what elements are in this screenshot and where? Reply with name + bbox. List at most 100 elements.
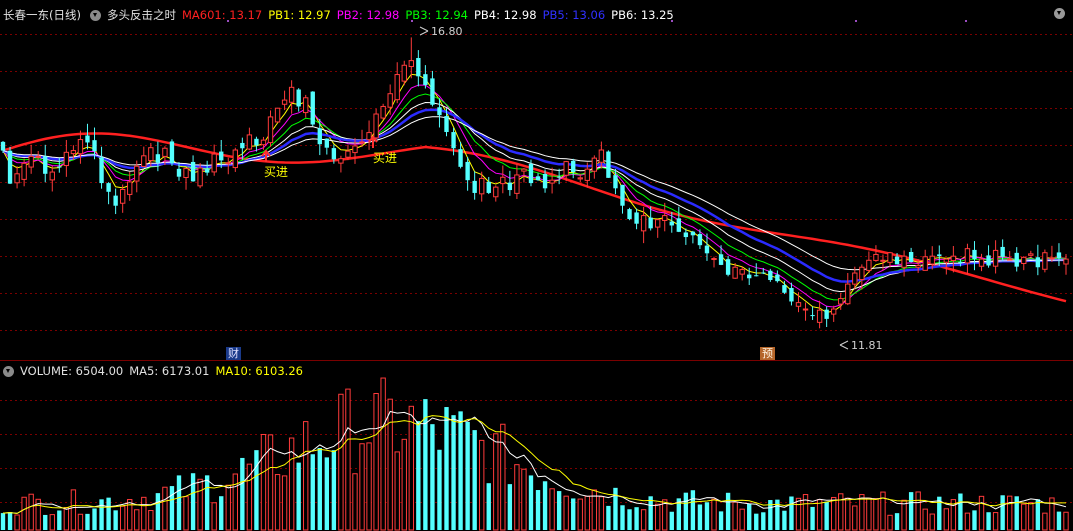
candle-body bbox=[303, 97, 309, 114]
candle-body bbox=[908, 251, 914, 263]
candle-body bbox=[958, 261, 963, 263]
volume-bar bbox=[148, 510, 154, 531]
candle-body bbox=[451, 132, 456, 149]
candle-body bbox=[556, 176, 562, 178]
volume-bar bbox=[387, 398, 393, 531]
candle-body bbox=[472, 180, 477, 193]
volume-bar bbox=[359, 443, 365, 531]
volume-bar bbox=[992, 512, 999, 531]
volume-bar bbox=[986, 512, 991, 530]
candle-body bbox=[267, 116, 274, 144]
kline-chart[interactable]: 买进 买进 16.80 11.81 bbox=[0, 0, 1073, 531]
volume-bar bbox=[620, 505, 625, 530]
volume-bar bbox=[634, 507, 639, 530]
volume-bar bbox=[655, 503, 661, 531]
volume-bar bbox=[606, 505, 611, 530]
candle-body bbox=[169, 141, 175, 164]
candle-body bbox=[408, 60, 414, 68]
volume-bar bbox=[1028, 502, 1034, 531]
volume-bar bbox=[401, 438, 407, 531]
candle-body bbox=[831, 308, 837, 315]
volume-bar bbox=[648, 496, 653, 530]
candle-body bbox=[387, 93, 393, 108]
volume-bar bbox=[373, 393, 379, 531]
high-marker: 16.80 bbox=[419, 25, 463, 38]
candle-body bbox=[246, 134, 253, 150]
candle-body bbox=[288, 86, 295, 103]
legend-pb6: PB6: 13.25 bbox=[611, 8, 674, 22]
volume-bar bbox=[739, 508, 745, 531]
candle-body bbox=[254, 138, 259, 146]
volume-bar bbox=[964, 512, 971, 531]
candle-body bbox=[281, 99, 288, 105]
volume-bar bbox=[458, 411, 463, 530]
volume-menu-icon[interactable] bbox=[3, 365, 14, 377]
volume-bar bbox=[380, 377, 386, 531]
low-pointer-icon bbox=[839, 340, 849, 350]
candle-body bbox=[423, 74, 428, 85]
candle-body bbox=[317, 128, 322, 145]
volume-bar bbox=[929, 513, 935, 531]
candle-body bbox=[260, 139, 267, 146]
candle-body bbox=[310, 91, 315, 125]
buy-signal-2: 买进 bbox=[368, 135, 397, 165]
candle-body bbox=[718, 254, 724, 265]
volume-bar bbox=[747, 503, 752, 530]
window-close-icon[interactable] bbox=[1054, 8, 1065, 19]
volume-bar bbox=[816, 499, 823, 531]
candle-body bbox=[838, 298, 844, 305]
volume-bar bbox=[528, 475, 534, 530]
buy-label: 买进 bbox=[264, 165, 288, 179]
legend-volume: VOLUME: 6504.00 bbox=[20, 364, 124, 378]
fin-badge[interactable]: 财 bbox=[226, 347, 241, 360]
candle-body bbox=[190, 161, 196, 182]
volume-bar bbox=[887, 514, 893, 531]
volume-header: VOLUME: 6504.00 MA5: 6173.01 MA10: 6103.… bbox=[0, 362, 309, 380]
pb2-line bbox=[2, 84, 1067, 308]
candle-body bbox=[747, 274, 752, 279]
volume-bar bbox=[21, 496, 27, 531]
volume-bar bbox=[106, 497, 111, 530]
candle-body bbox=[28, 155, 34, 168]
candle-body bbox=[669, 221, 674, 226]
candle-body bbox=[584, 168, 590, 181]
volume-bar bbox=[240, 457, 245, 530]
volume-bar bbox=[711, 498, 717, 531]
candle-body bbox=[986, 255, 991, 266]
volume-bar bbox=[958, 493, 963, 530]
candle-body bbox=[943, 258, 950, 263]
volume-bar bbox=[219, 496, 224, 530]
candle-body bbox=[697, 234, 703, 246]
volume-bar bbox=[754, 513, 759, 530]
volume-bar bbox=[493, 433, 499, 531]
candle-body bbox=[416, 57, 421, 77]
volume-bar bbox=[901, 499, 907, 531]
volume-bar bbox=[789, 496, 794, 530]
candle-body bbox=[85, 135, 90, 143]
candle-body bbox=[1063, 258, 1069, 265]
volume-bar bbox=[704, 502, 710, 530]
candle-body bbox=[640, 215, 647, 232]
volume-bar bbox=[894, 513, 900, 530]
volume-bar bbox=[183, 496, 189, 531]
volume-bar bbox=[873, 498, 879, 531]
volume-bar bbox=[345, 388, 351, 531]
volume-bar bbox=[922, 508, 928, 531]
volume-bar bbox=[14, 514, 20, 531]
volume-bar bbox=[810, 506, 815, 530]
candle-body bbox=[802, 308, 809, 311]
indicator-menu-icon[interactable] bbox=[89, 9, 101, 21]
candle-body bbox=[401, 64, 407, 82]
volume-bar bbox=[303, 421, 309, 531]
volume-bar bbox=[640, 509, 647, 531]
volume-bar bbox=[465, 421, 470, 530]
candle-body bbox=[0, 141, 6, 151]
indicator-name[interactable]: 多头反击之时 bbox=[107, 7, 176, 23]
pb1-line bbox=[2, 73, 1067, 313]
volume-bar bbox=[338, 393, 344, 531]
pre-badge[interactable]: 预 bbox=[760, 347, 775, 360]
candle-body bbox=[380, 105, 386, 119]
candle-body bbox=[591, 157, 598, 172]
volume-bar bbox=[352, 473, 358, 531]
candle-body bbox=[816, 309, 823, 323]
